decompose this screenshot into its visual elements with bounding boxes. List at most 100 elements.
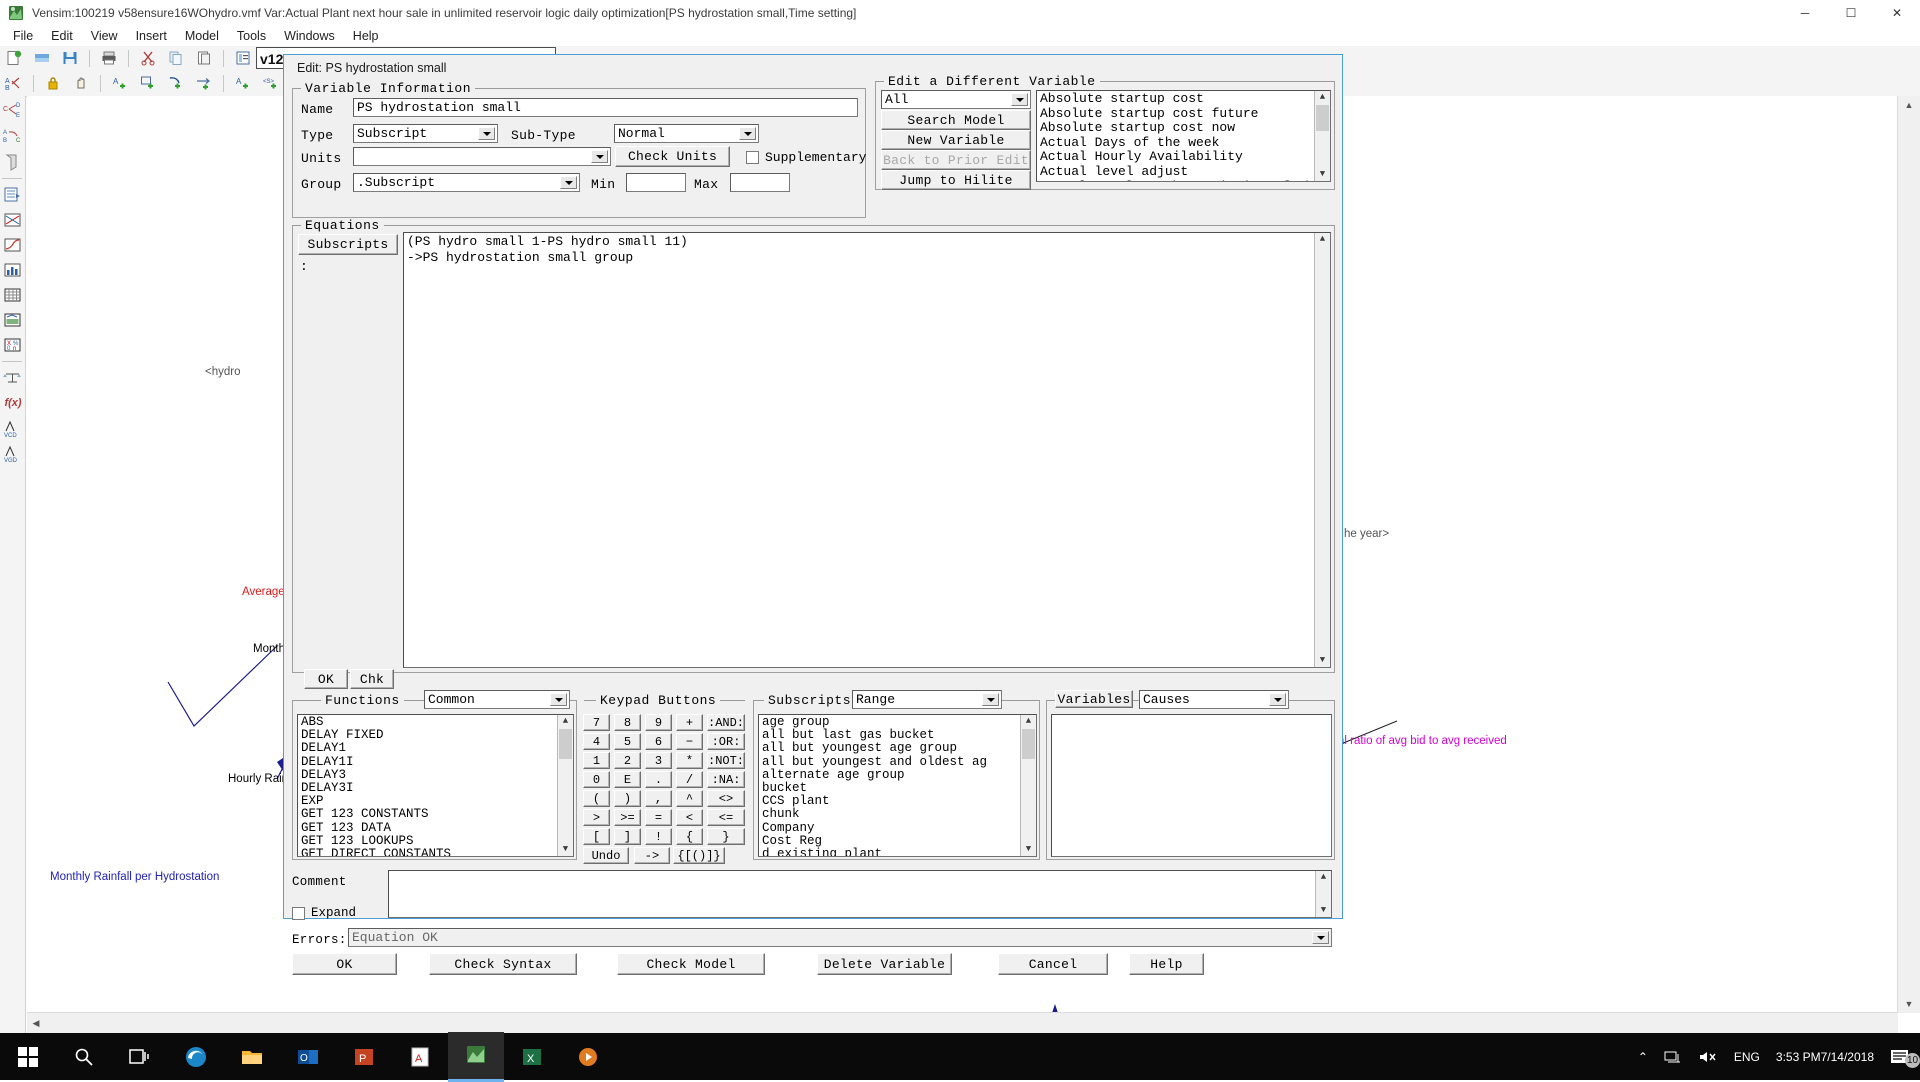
vensim-icon[interactable]: [448, 1031, 504, 1082]
menu-item-tools[interactable]: Tools: [228, 28, 275, 44]
subscripts-range-combo[interactable]: Range: [852, 690, 1002, 709]
menu-item-file[interactable]: File: [4, 28, 42, 44]
max-input[interactable]: [730, 173, 790, 192]
keypad-key-caret[interactable]: ^: [676, 790, 703, 807]
type-combo[interactable]: Subscript: [353, 124, 498, 143]
add-variable-icon[interactable]: A: [107, 72, 133, 94]
equation-line[interactable]: ->PS hydrostation small group: [407, 250, 1330, 266]
graph-icon[interactable]: [1, 233, 25, 257]
keypad-key-less-equal[interactable]: <=: [707, 809, 745, 826]
canvas-label-ratio-avg-bid[interactable]: al ratio of avg bid to avg received: [1338, 735, 1507, 747]
menu-item-edit[interactable]: Edit: [42, 28, 82, 44]
rename-vars-icon[interactable]: AB: [1, 72, 27, 94]
list-item[interactable]: DELAY3I: [301, 781, 573, 795]
menu-item-windows[interactable]: Windows: [275, 28, 344, 44]
chevron-down-icon[interactable]: [982, 693, 999, 706]
comment-scrollbar[interactable]: ▲ ▼: [1315, 871, 1331, 917]
document-tool-icon[interactable]: [1, 183, 25, 207]
keypad-key-plus[interactable]: +: [676, 714, 703, 731]
scroll-down-arrow[interactable]: ▼: [1316, 904, 1331, 917]
checkbox-box[interactable]: [746, 151, 759, 164]
list-item[interactable]: Absolute startup cost now: [1040, 121, 1330, 136]
maximize-button[interactable]: ☐: [1828, 0, 1874, 26]
scroll-down-arrow[interactable]: ▼: [1898, 995, 1920, 1013]
equation-scrollbar[interactable]: ▲ ▼: [1314, 233, 1330, 667]
ok-small-button[interactable]: OK: [304, 669, 348, 689]
keypad-key-9[interactable]: 9: [645, 714, 672, 731]
canvas-label-the-year[interactable]: he year>: [1344, 528, 1389, 540]
minimize-button[interactable]: ─: [1782, 0, 1828, 26]
keypad-key-8[interactable]: 8: [614, 714, 641, 731]
bar-graph-icon[interactable]: [1, 258, 25, 282]
list-item[interactable]: Actual level adjust: [1040, 164, 1330, 180]
keypad-key-1[interactable]: 1: [583, 752, 610, 769]
list-item[interactable]: Actual Hourly Availability: [1040, 150, 1330, 165]
units-combo[interactable]: [353, 147, 611, 166]
menu-item-view[interactable]: View: [82, 28, 127, 44]
scroll-up-arrow[interactable]: ▲: [1315, 233, 1330, 246]
scroll-down-arrow[interactable]: ▼: [1315, 168, 1330, 181]
add-text-icon[interactable]: A: [230, 72, 256, 94]
stats-icon[interactable]: X% 0 n: [1, 333, 25, 357]
list-item[interactable]: d existing plant: [762, 847, 1036, 856]
jump-to-hilite-button[interactable]: Jump to Hilite: [881, 170, 1031, 190]
chevron-down-icon[interactable]: [739, 127, 756, 140]
ok-button[interactable]: OK: [292, 953, 397, 975]
menu-item-help[interactable]: Help: [344, 28, 388, 44]
checkbox-box[interactable]: [292, 906, 305, 920]
keypad-key-period[interactable]: .: [645, 771, 672, 788]
scroll-left-arrow[interactable]: ◀: [27, 1013, 45, 1033]
list-item[interactable]: Company: [762, 821, 1036, 835]
paste-icon[interactable]: [191, 47, 217, 69]
scroll-down-arrow[interactable]: ▼: [1021, 843, 1036, 856]
keypad-undo-button[interactable]: Undo: [583, 847, 629, 864]
function-list[interactable]: ABS DELAY FIXED DELAY1 DELAY1I DELAY3 DE…: [297, 714, 574, 857]
scrollbar-thumb[interactable]: [559, 729, 572, 759]
list-item[interactable]: DELAY1I: [301, 755, 573, 769]
keypad-key-not[interactable]: :NOT:: [707, 752, 745, 769]
scroll-up-arrow[interactable]: ▲: [558, 715, 573, 728]
equation-editor[interactable]: (PS hydro small 1-PS hydro small 11) ->P…: [403, 232, 1331, 668]
menu-item-model[interactable]: Model: [176, 28, 228, 44]
excel-icon[interactable]: X: [504, 1033, 560, 1080]
powerpoint-icon[interactable]: P: [336, 1033, 392, 1080]
list-item[interactable]: chunk: [762, 808, 1036, 821]
subtype-combo[interactable]: Normal: [614, 124, 759, 143]
scroll-up-arrow[interactable]: ▲: [1898, 96, 1920, 114]
variable-filter-combo[interactable]: All: [881, 90, 1031, 109]
comment-input[interactable]: ▲ ▼: [388, 870, 1332, 918]
variables-legend-button[interactable]: Variables: [1055, 690, 1133, 708]
notification-center-icon[interactable]: 10: [1882, 1048, 1920, 1068]
menu-item-insert[interactable]: Insert: [127, 28, 176, 44]
subscripts-button[interactable]: Subscripts: [298, 234, 398, 255]
equation-line[interactable]: (PS hydro small 1-PS hydro small 11): [407, 234, 1330, 250]
keypad-arrow-button[interactable]: ->: [634, 847, 670, 864]
add-arrow-icon[interactable]: [163, 72, 189, 94]
add-shadow-variable-icon[interactable]: <S>: [258, 72, 284, 94]
move-hand-icon[interactable]: [68, 72, 94, 94]
search-icon[interactable]: [56, 1033, 112, 1080]
chevron-down-icon[interactable]: [1312, 931, 1329, 944]
vector-graph-icon[interactable]: VGD: [1, 441, 25, 465]
loops-icon[interactable]: [1, 150, 25, 174]
subscripts-list[interactable]: age group all but last gas bucket all bu…: [758, 714, 1037, 857]
windows-start-icon[interactable]: [0, 1033, 56, 1080]
document-outline-icon[interactable]: [230, 47, 256, 69]
chevron-down-icon[interactable]: [560, 176, 577, 189]
keypad-key-less[interactable]: <: [676, 809, 703, 826]
variable-list[interactable]: Absolute startup cost Absolute startup c…: [1036, 90, 1331, 182]
task-view-icon[interactable]: [112, 1033, 168, 1080]
list-item[interactable]: GET 123 CONSTANTS: [301, 808, 573, 821]
list-item[interactable]: all but youngest age group: [762, 742, 1036, 755]
keypad-key-greater-equal[interactable]: >=: [614, 809, 641, 826]
chevron-down-icon[interactable]: [1269, 693, 1286, 706]
scrollbar-thumb[interactable]: [1022, 729, 1035, 759]
add-box-variable-icon[interactable]: [135, 72, 161, 94]
help-button[interactable]: Help: [1129, 953, 1204, 975]
keypad-key-7[interactable]: 7: [583, 714, 610, 731]
group-combo[interactable]: .Subscript: [353, 173, 580, 192]
chevron-down-icon[interactable]: [478, 127, 495, 140]
name-input[interactable]: PS hydrostation small: [353, 98, 858, 117]
search-model-button[interactable]: Search Model: [881, 110, 1031, 130]
min-input[interactable]: [626, 173, 686, 192]
